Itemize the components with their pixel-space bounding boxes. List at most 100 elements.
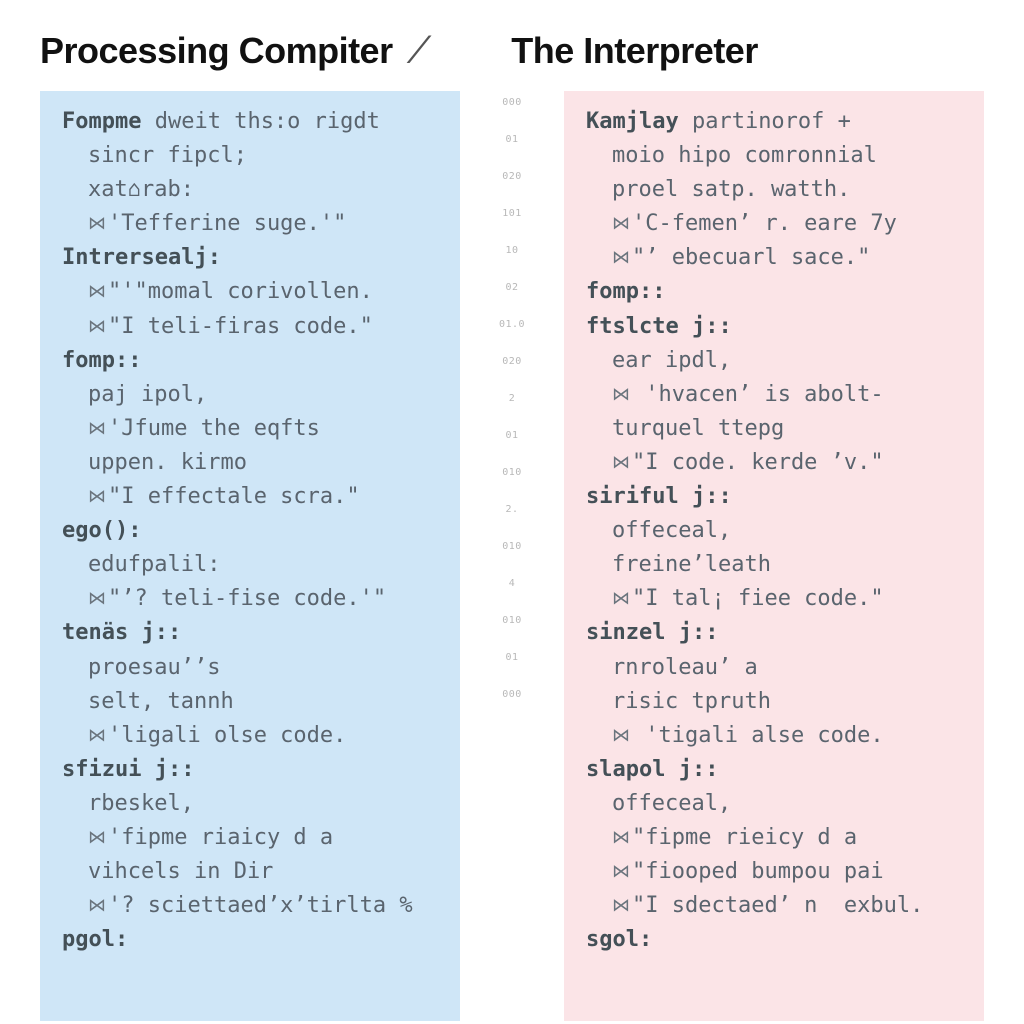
gutter-mark: 010	[502, 615, 522, 626]
code-text: proesau’’s	[88, 655, 220, 680]
code-line: ftslcte j::	[586, 310, 966, 344]
code-line: fomp::	[586, 275, 966, 309]
columns: Fompme dweit ths:o rigdt sincr fipcl; xat⌂…	[0, 91, 1024, 1021]
code-text: offeceal,	[612, 518, 731, 543]
bullet-icon: ⋈	[88, 824, 106, 852]
code-text: offeceal,	[612, 791, 731, 816]
code-text: "'"momal corivollen.	[108, 279, 373, 304]
keyword: ftslcte j::	[586, 314, 732, 339]
code-line: sgol:	[586, 923, 966, 957]
code-text: ear ipdl,	[612, 348, 731, 373]
code-line: rbeskel,	[62, 787, 442, 821]
code-line: ⋈'Tefferine suge.'"	[62, 207, 442, 241]
code-line: ⋈"’ ebecuarl sace."	[586, 241, 966, 275]
bullet-icon: ⋈	[612, 892, 630, 920]
code-line: sincr fipcl;	[62, 139, 442, 173]
bullet-icon: ⋈	[612, 585, 630, 613]
gutter-marks: 00001020101100201.00202010102.0104010010…	[460, 91, 564, 1021]
code-text: turquel ttepg	[612, 416, 784, 441]
bullet-icon: ⋈	[612, 824, 630, 852]
code-text: 'Jfume the eqfts	[108, 416, 320, 441]
code-line: risic tpruth	[586, 685, 966, 719]
bullet-icon: ⋈	[612, 244, 630, 272]
gutter-mark: 010	[502, 467, 522, 478]
bullet-icon: ⋈	[88, 278, 106, 306]
code-text: 'fipme riaicy d a	[108, 825, 333, 850]
gutter-mark: 2	[509, 393, 516, 404]
code-text: rbeskel,	[88, 791, 194, 816]
bullet-icon: ⋈	[612, 449, 630, 477]
right-code-panel: Kamjlay partinorof +moio hipo comronnial…	[564, 91, 984, 1021]
code-line: ⋈"I sdectaed’ n exbul.	[586, 889, 966, 923]
code-line: ⋈'? sciettaed’x’tirlta %	[62, 889, 442, 923]
code-line: offeceal,	[586, 514, 966, 548]
bullet-icon: ⋈	[88, 585, 106, 613]
bullet-icon: ⋈	[88, 892, 106, 920]
code-text: '? sciettaed’x’tirlta %	[108, 893, 413, 918]
code-line: ⋈ 'tigali alse code.	[586, 719, 966, 753]
code-line: moio hipo comronnial	[586, 139, 966, 173]
code-text: risic tpruth	[612, 689, 771, 714]
code-line: ego():	[62, 514, 442, 548]
keyword: fomp::	[62, 348, 141, 373]
code-line: tenäs j::	[62, 616, 442, 650]
code-line: slapol j::	[586, 753, 966, 787]
code-line: paj ipol,	[62, 378, 442, 412]
code-line: sfizui j::	[62, 753, 442, 787]
code-line: vihcels in Dir	[62, 855, 442, 889]
code-text: "I sdectaed’ n exbul.	[632, 893, 923, 918]
keyword: Fompme	[62, 109, 141, 134]
code-line: pgol:	[62, 923, 442, 957]
bullet-icon: ⋈	[612, 858, 630, 886]
code-line: fomp::	[62, 344, 442, 378]
left-title: Processing Compiter	[40, 30, 393, 72]
gutter-mark: 010	[502, 541, 522, 552]
gutter-mark: 02	[505, 282, 518, 293]
gutter-mark: 01.0	[499, 319, 525, 330]
gutter-mark: 020	[502, 356, 522, 367]
bullet-icon: ⋈	[88, 483, 106, 511]
code-text: edufpalil:	[88, 552, 220, 577]
code-line: Fompme dweit ths:o rigdt	[62, 105, 442, 139]
keyword: sfizui j::	[62, 757, 194, 782]
gutter-mark: 4	[509, 578, 516, 589]
code-line: uppen. kirmo	[62, 446, 442, 480]
bullet-icon: ⋈	[88, 313, 106, 341]
code-text: vihcels in Dir	[88, 859, 273, 884]
code-line: rnroleau’ a	[586, 651, 966, 685]
gutter-mark: 01	[505, 430, 518, 441]
code-line: turquel ttepg	[586, 412, 966, 446]
bullet-icon: ⋈	[612, 722, 630, 750]
code-line: freine’leath	[586, 548, 966, 582]
bullet-icon: ⋈	[612, 210, 630, 238]
gutter-mark: 01	[505, 652, 518, 663]
keyword: tenäs j::	[62, 620, 181, 645]
code-line: ⋈'fipme riaicy d a	[62, 821, 442, 855]
code-line: offeceal,	[586, 787, 966, 821]
code-text: moio hipo comronnial	[612, 143, 877, 168]
divider-slash-icon: ∕	[413, 28, 428, 73]
code-text: "I tal¡ fiee code."	[632, 586, 884, 611]
code-line: proel satp. watth.	[586, 173, 966, 207]
code-line: ⋈'C-femen’ r. eare 7y	[586, 207, 966, 241]
code-line: ⋈'Jfume the eqfts	[62, 412, 442, 446]
keyword: fomp::	[586, 279, 665, 304]
gutter-mark: 10	[505, 245, 518, 256]
code-line: siriful j::	[586, 480, 966, 514]
code-line: ear ipdl,	[586, 344, 966, 378]
code-line: ⋈"fiooped bumpou pai	[586, 855, 966, 889]
keyword: sgol:	[586, 927, 652, 952]
code-line: edufpalil:	[62, 548, 442, 582]
code-text: "’ ebecuarl sace."	[632, 245, 870, 270]
left-code-panel: Fompme dweit ths:o rigdt sincr fipcl; xat⌂…	[40, 91, 460, 1021]
keyword: pgol:	[62, 927, 128, 952]
code-text: 'tigali alse code.	[632, 723, 884, 748]
keyword: Intrersealj:	[62, 245, 221, 270]
code-text: sincr fipcl;	[88, 143, 247, 168]
keyword: slapol j::	[586, 757, 718, 782]
code-line: ⋈"I effectale scra."	[62, 480, 442, 514]
bullet-icon: ⋈	[88, 210, 106, 238]
code-text: xat⌂rab:	[88, 177, 194, 202]
code-text: dweit ths:o rigdt	[141, 109, 379, 134]
keyword: ego():	[62, 518, 141, 543]
